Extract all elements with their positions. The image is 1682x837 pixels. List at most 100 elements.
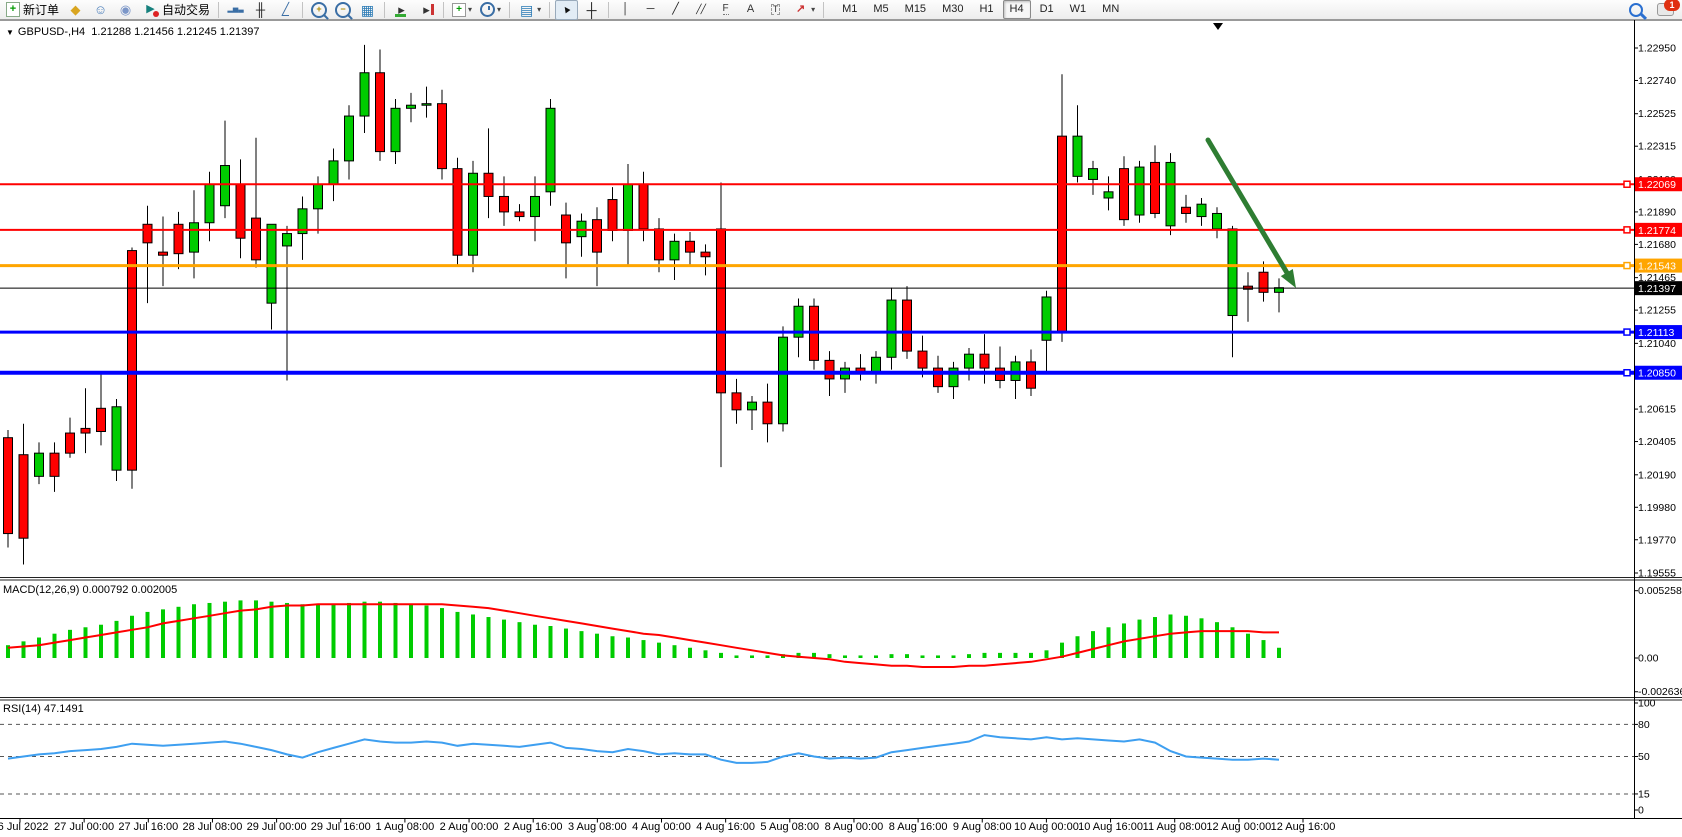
price-tick-label: 1.22740 <box>1638 75 1676 87</box>
dropdown-caret-icon[interactable]: ▾ <box>537 5 541 14</box>
date-label: 9 Aug 08:00 <box>953 821 1012 833</box>
period-button-m15[interactable]: M15 <box>898 0 933 19</box>
search-icon[interactable] <box>1629 3 1643 17</box>
annotations-layer[interactable] <box>1208 23 1296 288</box>
price-badge-label: 1.21543 <box>1638 261 1676 273</box>
hline-handle[interactable] <box>1624 370 1630 376</box>
zoom-in-icon <box>311 2 327 18</box>
date-label: 8 Aug 16:00 <box>889 821 948 833</box>
bar-chart-icon <box>227 2 244 18</box>
candlestick-chart-button[interactable] <box>249 0 272 20</box>
macd-histogram-bar <box>1184 616 1188 658</box>
candle-body <box>1120 169 1129 220</box>
trendline-button[interactable] <box>664 0 687 20</box>
text-label-icon <box>767 2 784 18</box>
rsi-tick-label: 0 <box>1638 805 1644 817</box>
arrows-icon <box>792 2 809 18</box>
price-tick-label: 1.20405 <box>1638 436 1676 448</box>
new-chart-button[interactable]: ▾ <box>449 0 475 20</box>
signal-button[interactable] <box>114 0 137 20</box>
macd-histogram-bar <box>130 616 134 658</box>
hline-handle[interactable] <box>1624 329 1630 335</box>
dropdown-caret-icon[interactable]: ▾ <box>497 5 501 14</box>
period-button-m1[interactable]: M1 <box>835 0 864 19</box>
crosshair-icon <box>583 2 600 18</box>
rsi-line <box>8 735 1279 763</box>
hline-handle[interactable] <box>1624 263 1630 269</box>
period-button-m30[interactable]: M30 <box>935 0 970 19</box>
macd-histogram-bar <box>53 634 57 658</box>
macd-histogram-bar <box>363 602 367 658</box>
candle-body <box>190 223 199 252</box>
macd-histogram-bar <box>316 604 320 658</box>
trend-arrow[interactable] <box>1208 140 1291 279</box>
equidistant-channel-button[interactable] <box>689 0 712 20</box>
macd-histogram-bar <box>642 640 646 658</box>
date-label: 12 Aug 16:00 <box>1271 821 1336 833</box>
macd-histogram-bar <box>301 604 305 658</box>
chart-menu-arrow-icon[interactable]: ▼ <box>6 28 14 37</box>
indicators-button[interactable]: ▾ <box>515 0 544 20</box>
crosshair-button[interactable] <box>580 0 603 20</box>
chart-shift-button[interactable] <box>415 0 438 20</box>
trend-arrow-head[interactable] <box>1281 269 1296 288</box>
chart-profiles-button[interactable]: ▾ <box>477 0 504 20</box>
macd-histogram-bar <box>1107 627 1111 658</box>
candle-body <box>918 351 927 368</box>
cursor-button[interactable] <box>555 0 578 20</box>
dropdown-caret-icon[interactable]: ▾ <box>811 5 815 14</box>
macd-histogram-bar <box>921 655 925 658</box>
period-buttons: M1M5M15M30H1H4D1W1MN <box>834 0 1127 19</box>
macd-histogram-bar <box>1029 653 1033 658</box>
date-label: 29 Jul 16:00 <box>311 821 371 833</box>
chart-shift-marker-icon[interactable] <box>1213 23 1223 30</box>
candle-body <box>546 108 555 192</box>
zoom-in-button[interactable] <box>308 0 330 20</box>
macd-tick-label: -0.002636 <box>1638 686 1682 698</box>
hline-handle[interactable] <box>1624 181 1630 187</box>
auto-scroll-button[interactable] <box>390 0 413 20</box>
text-label-button[interactable] <box>764 0 787 20</box>
arrows-button[interactable]: ▾ <box>789 0 818 20</box>
period-button-w1[interactable]: W1 <box>1063 0 1094 19</box>
period-button-d1[interactable]: D1 <box>1033 0 1061 19</box>
text-button[interactable] <box>739 0 762 20</box>
line-chart-button[interactable] <box>274 0 297 20</box>
gold-ingot-button[interactable] <box>64 0 87 20</box>
zoom-out-button[interactable] <box>332 0 354 20</box>
tile-windows-button[interactable] <box>356 0 379 20</box>
dropdown-caret-icon[interactable]: ▾ <box>468 5 472 14</box>
price-tick-label: 1.21680 <box>1638 239 1676 251</box>
period-button-mn[interactable]: MN <box>1095 0 1126 19</box>
price-badge-label: 1.21397 <box>1638 283 1676 295</box>
macd-histogram-bar <box>22 641 26 658</box>
fibonacci-button[interactable] <box>714 0 737 20</box>
candles-layer[interactable] <box>4 45 1284 565</box>
autotrading-button[interactable]: 自动交易 <box>139 0 213 20</box>
macd-histogram-bar <box>99 625 103 658</box>
period-button-m5[interactable]: M5 <box>866 0 895 19</box>
date-label: 12 Aug 00:00 <box>1206 821 1271 833</box>
hline-handle[interactable] <box>1624 227 1630 233</box>
period-button-h1[interactable]: H1 <box>972 0 1000 19</box>
horizontal-line-button[interactable] <box>639 0 662 20</box>
candle-body <box>763 402 772 424</box>
accounts-button[interactable] <box>89 0 112 20</box>
macd-histogram-bar <box>409 604 413 658</box>
macd-histogram-bar <box>828 654 832 658</box>
bar-chart-button[interactable] <box>224 0 247 20</box>
macd-histogram-bar <box>68 630 72 658</box>
price-chart[interactable]: 1.229501.227401.225251.223151.221001.218… <box>0 0 1682 837</box>
autotrading-icon <box>142 2 159 18</box>
macd-histogram-bar <box>611 636 615 658</box>
candle-body <box>825 360 834 379</box>
macd-tick-label: 0.005258 <box>1638 585 1682 597</box>
candle-body <box>1213 213 1222 228</box>
macd-histogram-bar <box>1091 631 1095 658</box>
notifications-icon[interactable]: 1 <box>1657 3 1674 16</box>
macd-histogram-bar <box>1045 650 1049 658</box>
candle-body <box>35 453 44 476</box>
new-order-button[interactable]: 新订单 <box>3 0 62 20</box>
vertical-line-button[interactable] <box>614 0 637 20</box>
period-button-h4[interactable]: H4 <box>1003 0 1031 19</box>
